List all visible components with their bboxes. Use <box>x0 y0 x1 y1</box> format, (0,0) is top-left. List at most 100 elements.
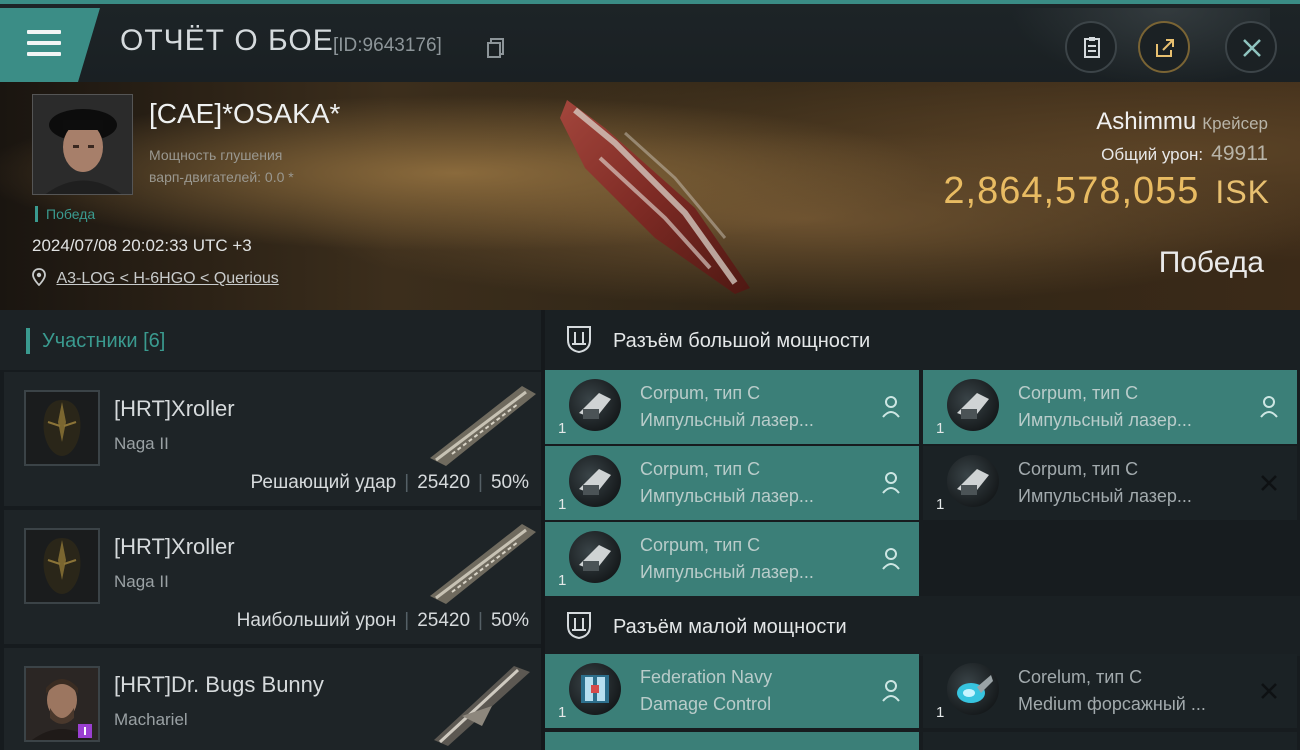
low-slots-title: Разъём малой мощности <box>613 616 847 638</box>
participant-percent: 50% <box>490 610 529 631</box>
afterburner-icon <box>947 663 999 715</box>
participant-damage: 25420 <box>417 610 471 631</box>
pulse-laser-icon <box>569 379 621 431</box>
kill-location[interactable]: A3-LOG < H-6HGO < Querious <box>32 268 279 288</box>
total-damage: Общий урон: 49911 <box>1101 142 1268 166</box>
divider: | <box>478 472 483 493</box>
participant-damage: 25420 <box>417 472 471 493</box>
menu-button[interactable] <box>0 8 100 82</box>
fitting-module-partial[interactable] <box>545 732 919 750</box>
share-button[interactable] <box>1138 21 1190 73</box>
participant-row[interactable]: [HRT]Dr. Bugs Bunny Machariel <box>4 648 541 750</box>
fitting-module[interactable]: 1 Federation Navy Damage Control <box>545 654 919 728</box>
participant-ship: Naga II <box>114 572 169 591</box>
module-quantity: 1 <box>558 572 567 589</box>
result-tag: Победа <box>35 206 95 222</box>
dropped-status-icon <box>882 396 900 418</box>
participant-stats: Наибольший урон | 25420 | 50% <box>237 610 529 632</box>
participant-role: Решающий удар <box>250 472 397 493</box>
isk-value: 2,864,578,055 ISK <box>943 170 1270 213</box>
module-type: Импульсный лазер... <box>640 410 814 430</box>
participant-ship-image <box>430 524 536 604</box>
victim-ship-image <box>560 100 750 294</box>
divider: | <box>404 610 410 631</box>
module-quantity: 1 <box>558 420 567 437</box>
participant-name[interactable]: [HRT]Xroller <box>114 534 235 560</box>
module-type: Medium форсажный ... <box>1018 694 1206 714</box>
module-quantity: 1 <box>936 420 945 437</box>
top-bar: ОТЧЁТ О БОЕ [ID:9643176] <box>0 0 1300 86</box>
total-damage-label: Общий урон: <box>1101 145 1204 164</box>
fitting-module[interactable]: 1 Corpum, тип C Импульсный лазер... <box>923 370 1297 444</box>
victim-name[interactable]: [CAE]*OSAKA* <box>149 98 340 130</box>
participant-role: Наибольший урон <box>236 610 397 631</box>
victim-ship[interactable]: Ashimmu Крейсер <box>1096 108 1268 136</box>
hamburger-icon-bar <box>27 52 61 56</box>
module-quantity: 1 <box>558 704 567 721</box>
fitting-module[interactable]: 1 Corelum, тип C Medium форсажный ... <box>923 654 1297 728</box>
pulse-laser-icon <box>947 455 999 507</box>
dropped-status-icon <box>882 548 900 570</box>
participant-ship-image <box>430 386 536 466</box>
warp-strength-value: варп-двигателей: 0.0 * <box>149 169 294 185</box>
module-type: Damage Control <box>640 694 772 714</box>
participant-name[interactable]: [HRT]Xroller <box>114 396 235 422</box>
victim-ship-name: Ashimmu <box>1096 108 1197 135</box>
high-slots-header: Разъём большой мощности <box>545 310 1300 370</box>
participant-avatar <box>24 528 100 604</box>
fitting-module[interactable]: 1 Corpum, тип C Импульсный лазер... <box>923 446 1297 520</box>
divider: | <box>404 472 410 493</box>
participant-avatar <box>24 390 100 466</box>
warp-strength: Мощность глушения варп-двигателей: 0.0 * <box>149 144 369 188</box>
fitting-module[interactable]: 1 Corpum, тип C Импульсный лазер... <box>545 522 919 596</box>
location-pin-icon <box>32 268 46 287</box>
report-id: [ID:9643176] <box>333 35 442 56</box>
module-type: Импульсный лазер... <box>640 562 814 582</box>
warp-strength-label: Мощность глушения <box>149 147 283 163</box>
hamburger-icon-bar <box>27 41 61 45</box>
victim-banner: [CAE]*OSAKA* Мощность глушения варп-двиг… <box>0 82 1300 310</box>
dropped-status-icon <box>882 680 900 702</box>
victim-avatar[interactable] <box>32 94 133 195</box>
module-type: Импульсный лазер... <box>640 486 814 506</box>
participants-header: Участники [6] <box>0 310 541 370</box>
total-damage-value: 49911 <box>1211 142 1268 165</box>
fitting-module[interactable]: 1 Corpum, тип C Импульсный лазер... <box>545 446 919 520</box>
low-slots-header: Разъём малой мощности <box>545 596 1300 656</box>
low-slot-icon <box>567 612 591 640</box>
fitting-panel: Разъём большой мощности 1 Corpum, тип C … <box>545 310 1300 750</box>
clipboard-icon <box>1084 37 1100 58</box>
share-icon <box>1156 39 1174 57</box>
module-name: Corelum, тип C <box>1018 667 1143 687</box>
damage-control-icon <box>569 663 621 715</box>
pilot-portrait-icon <box>26 668 98 740</box>
participant-percent: 50% <box>490 472 529 493</box>
module-name: Corpum, тип C <box>640 535 761 555</box>
location-link[interactable]: A3-LOG < H-6HGO < Querious <box>56 270 278 287</box>
close-button[interactable] <box>1225 21 1277 73</box>
participants-panel: Участники [6] [HRT]Xroller Naga II Решаю… <box>0 310 541 750</box>
isk-unit: ISK <box>1215 174 1270 210</box>
fitting-module-partial[interactable] <box>923 732 1297 750</box>
participant-row[interactable]: [HRT]Xroller Naga II Решающий удар | 25420… <box>4 372 541 506</box>
high-slots-title: Разъём большой мощности <box>613 330 871 352</box>
participant-ship: Naga II <box>114 434 169 453</box>
participant-ship: Machariel <box>114 710 188 729</box>
pulse-laser-icon <box>569 531 621 583</box>
module-name: Corpum, тип C <box>640 383 761 403</box>
pulse-laser-icon <box>569 455 621 507</box>
fitting-module[interactable]: 1 Corpum, тип C Импульсный лазер... <box>545 370 919 444</box>
close-icon <box>1243 39 1261 57</box>
participant-ship-image <box>434 666 530 746</box>
victim-ship-class: Крейсер <box>1202 114 1268 133</box>
copy-icon[interactable] <box>486 37 506 59</box>
participant-row[interactable]: [HRT]Xroller Naga II Наибольший урон | 254… <box>4 510 541 644</box>
participants-title[interactable]: Участники [6] <box>26 328 165 354</box>
dropped-status-icon <box>1260 396 1278 418</box>
high-slot-icon <box>567 326 591 354</box>
participant-name[interactable]: [HRT]Dr. Bugs Bunny <box>114 672 324 698</box>
pilot-portrait-icon <box>33 95 132 194</box>
module-type: Импульсный лазер... <box>1018 410 1192 430</box>
clipboard-button[interactable] <box>1065 21 1117 73</box>
module-quantity: 1 <box>936 704 945 721</box>
